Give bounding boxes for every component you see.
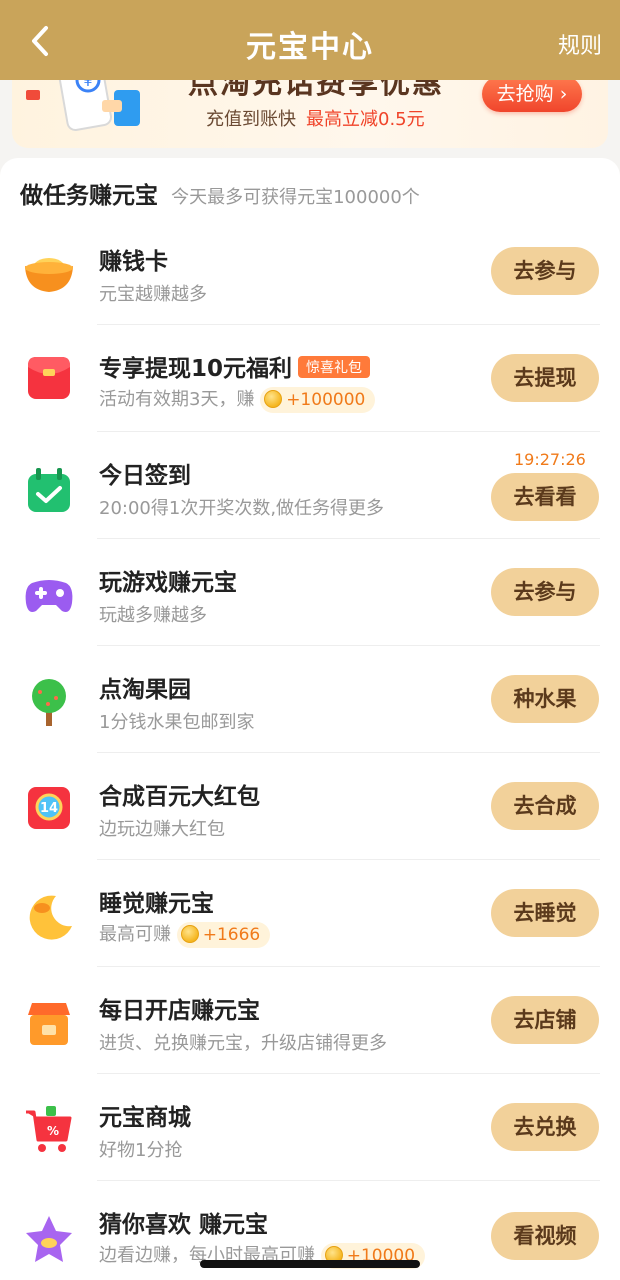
task-row: 睡觉赚元宝 最高可赚 +1666 去睡觉 — [0, 860, 620, 967]
task-row: 14 合成百元大红包 边玩边赚大红包 去合成 — [0, 753, 620, 860]
task-title: 每日开店赚元宝 — [99, 998, 260, 1024]
rules-link[interactable]: 规则 — [558, 28, 602, 60]
task-title: 合成百元大红包 — [99, 784, 260, 810]
task-action-button[interactable]: 看视频 — [491, 1212, 599, 1260]
task-desc: 活动有效期3天，赚 — [99, 389, 255, 410]
coin-icon — [180, 925, 199, 943]
task-title-wrap: 专享提现10元福利 惊喜礼包 — [99, 349, 371, 383]
task-action-button[interactable]: 去提现 — [491, 354, 599, 402]
task-row: % 元宝商城 好物1分抢 去兑换 — [0, 1074, 620, 1181]
yuanbao-center-page: 元宝中心 规则 ¥ 点淘充话费享优惠 充值到账快 最高立减0.5元 去抢购 › 做… — [0, 0, 620, 1280]
task-list-card: 做任务赚元宝 今天最多可获得元宝100000个 赚钱卡 元宝越赚越多 去参与 专 — [0, 158, 620, 1280]
task-row: 点淘果园 1分钱水果包邮到家 种水果 — [0, 646, 620, 753]
page-title: 元宝中心 — [246, 30, 374, 65]
task-title: 今日签到 — [99, 463, 191, 489]
task-title: 赚钱卡 — [99, 249, 168, 275]
gift-tag-badge: 惊喜礼包 — [298, 356, 371, 378]
gold-ingot-icon — [25, 258, 73, 292]
task-title: 元宝商城 — [99, 1105, 191, 1131]
task-desc: 玩越多赚越多 — [99, 605, 207, 626]
task-action-button[interactable]: 去参与 — [491, 568, 599, 616]
task-desc: 好物1分抢 — [99, 1140, 183, 1161]
task-desc: 最高可赚 — [99, 924, 171, 945]
task-desc-wrap: 最高可赚 +1666 — [99, 920, 271, 948]
task-row: 每日开店赚元宝 进货、兑换赚元宝，升级店铺得更多 去店铺 — [0, 967, 620, 1074]
calendar-check-icon — [28, 468, 70, 512]
top-bar: 元宝中心 规则 — [0, 0, 620, 80]
moon-icon — [29, 895, 72, 940]
task-desc: 进货、兑换赚元宝，升级店铺得更多 — [99, 1033, 387, 1054]
gamepad-icon — [25, 580, 73, 612]
task-action-button[interactable]: 种水果 — [491, 675, 599, 723]
task-action-button[interactable]: 去兑换 — [491, 1103, 599, 1151]
buy-now-button[interactable]: 去抢购 › — [482, 76, 582, 112]
section-subtitle: 今天最多可获得元宝100000个 — [171, 187, 420, 208]
section-title: 做任务赚元宝 — [20, 183, 158, 209]
task-desc-wrap: 活动有效期3天，赚 +100000 — [99, 385, 376, 413]
home-indicator[interactable] — [200, 1260, 420, 1268]
banner-subtitle-text: 充值到账快 — [206, 109, 296, 130]
countdown-timer: 19:27:26 — [514, 450, 586, 469]
task-row: 玩游戏赚元宝 玩越多赚越多 去参与 — [0, 539, 620, 646]
reward-pill: +1666 — [176, 922, 271, 948]
task-title: 猜你喜欢 赚元宝 — [99, 1212, 269, 1238]
task-action-button[interactable]: 去合成 — [491, 782, 599, 830]
task-row: 今日签到 20:00得1次开奖次数,做任务得更多 19:27:26 去看看 — [0, 432, 620, 539]
red-packet-14-icon: 14 — [28, 787, 70, 829]
svg-text:14: 14 — [40, 801, 58, 816]
shop-icon — [28, 1003, 70, 1045]
reward-amount: +100000 — [286, 390, 366, 410]
reward-pill: +100000 — [260, 387, 376, 413]
task-desc: 边玩边赚大红包 — [99, 819, 225, 840]
banner-subtitle: 充值到账快 最高立减0.5元 — [206, 105, 425, 131]
task-title: 点淘果园 — [99, 677, 191, 703]
task-row: 专享提现10元福利 惊喜礼包 活动有效期3天，赚 +100000 去提现 — [0, 325, 620, 432]
task-title: 睡觉赚元宝 — [99, 891, 214, 917]
task-desc: 20:00得1次开奖次数,做任务得更多 — [99, 498, 385, 519]
shopping-cart-icon: % — [26, 1106, 72, 1152]
task-desc: 1分钱水果包邮到家 — [99, 712, 255, 733]
svg-text:%: % — [47, 1124, 59, 1138]
banner-highlight: 最高立减0.5元 — [306, 109, 425, 130]
tree-icon — [32, 679, 66, 726]
task-desc: 元宝越赚越多 — [99, 284, 207, 305]
task-action-button[interactable]: 去参与 — [491, 247, 599, 295]
task-action-button[interactable]: 去睡觉 — [491, 889, 599, 937]
task-title: 专享提现10元福利 — [99, 356, 293, 382]
task-action-button[interactable]: 去店铺 — [491, 996, 599, 1044]
task-row: 赚钱卡 元宝越赚越多 去参与 — [0, 218, 620, 325]
task-title: 玩游戏赚元宝 — [99, 570, 237, 596]
task-action-button[interactable]: 去看看 — [491, 473, 599, 521]
section-header: 做任务赚元宝 今天最多可获得元宝100000个 — [20, 176, 420, 210]
coin-icon — [264, 390, 283, 408]
reward-amount: +1666 — [202, 925, 261, 945]
red-envelope-icon — [28, 357, 70, 399]
star-icon — [26, 1216, 72, 1262]
